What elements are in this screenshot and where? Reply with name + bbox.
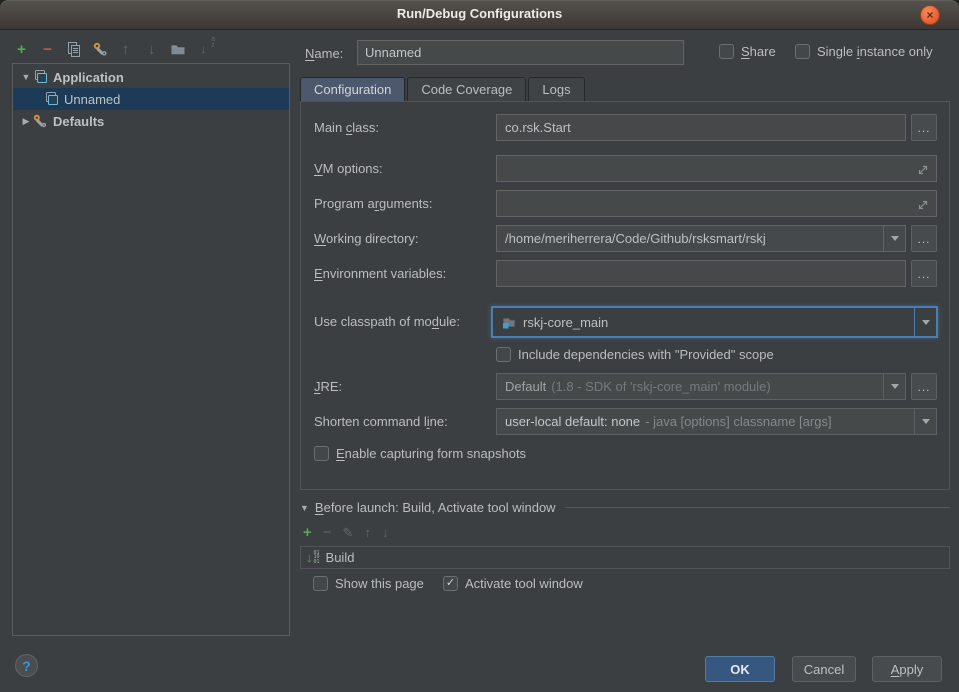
apply-button[interactable]: Apply (872, 656, 942, 682)
move-down-icon[interactable]: ↓ (142, 39, 161, 59)
main-class-label: Main class: (314, 120, 379, 135)
tree-item-defaults[interactable]: ▶ Defaults (13, 110, 289, 132)
build-icon: ↓ 011001 (306, 551, 320, 565)
application-icon (32, 69, 48, 85)
activate-tool-window-row: ✓ Activate tool window (443, 576, 583, 591)
copy-configuration-icon[interactable] (64, 39, 83, 59)
dropdown-arrow-icon[interactable] (914, 409, 936, 434)
before-launch-task-build[interactable]: ↓ 011001 Build (300, 546, 950, 569)
capture-snapshots-row: Enable capturing form snapshots (314, 446, 526, 461)
program-arguments-label: Program arguments: (314, 196, 433, 211)
environment-variables-field[interactable] (496, 260, 906, 287)
tree-expanded-icon[interactable]: ▼ (20, 72, 32, 82)
include-provided-row: Include dependencies with "Provided" sco… (496, 347, 774, 362)
help-icon: ? (22, 658, 31, 674)
share-checkbox-row: Share (719, 44, 776, 59)
include-provided-checkbox[interactable] (496, 347, 511, 362)
sort-alphabetically-icon[interactable]: ↓az (194, 39, 213, 59)
tree-item-label: Application (53, 70, 124, 85)
use-classpath-combobox[interactable]: rskj-core_main (492, 307, 937, 337)
close-button[interactable]: × (920, 5, 940, 25)
tab-logs[interactable]: Logs (528, 77, 584, 102)
working-directory-combobox[interactable]: /home/meriherrera/Code/Github/rsksmart/r… (496, 225, 906, 252)
main-class-field[interactable]: co.rsk.Start (496, 114, 906, 141)
name-label: Name: (305, 46, 343, 61)
edit-task-icon[interactable]: ✎ (343, 525, 354, 541)
include-provided-label: Include dependencies with "Provided" sco… (518, 347, 774, 362)
window-title: Run/Debug Configurations (0, 6, 959, 21)
close-icon: × (926, 9, 933, 21)
before-launch-header[interactable]: ▼ Before launch: Build, Activate tool wi… (300, 500, 950, 515)
environment-variables-label: Environment variables: (314, 266, 446, 281)
shorten-command-line-combobox[interactable]: user-local default: none- java [options]… (496, 408, 937, 435)
tab-code-coverage[interactable]: Code Coverage (407, 77, 526, 102)
main-class-browse-button[interactable]: ... (911, 114, 937, 141)
module-icon (501, 314, 517, 330)
application-icon (43, 91, 59, 107)
edit-defaults-icon[interactable] (90, 39, 109, 59)
tree-item-label: Defaults (53, 114, 104, 129)
dropdown-arrow-icon[interactable] (883, 374, 905, 399)
jre-combobox[interactable]: Default(1.8 - SDK of 'rskj-core_main' mo… (496, 373, 906, 400)
expand-field-icon[interactable] (917, 199, 929, 211)
tree-item-unnamed[interactable]: Unnamed (13, 88, 289, 110)
move-up-icon[interactable]: ↑ (116, 39, 135, 59)
working-directory-label: Working directory: (314, 231, 419, 246)
activate-tool-window-label: Activate tool window (465, 576, 583, 591)
capture-snapshots-checkbox[interactable] (314, 446, 329, 461)
activate-tool-window-checkbox[interactable]: ✓ (443, 576, 458, 591)
name-input[interactable] (357, 40, 684, 65)
remove-task-icon[interactable]: − (323, 524, 332, 541)
before-launch-toolbar: + − ✎ ↑ ↓ (303, 524, 388, 541)
configuration-panel: Main class: co.rsk.Start ... VM options:… (300, 101, 950, 490)
single-instance-label: Single instance only (817, 44, 933, 59)
defaults-wrench-icon (32, 113, 48, 129)
remove-configuration-icon[interactable]: − (38, 39, 57, 59)
before-launch-label: Before launch: Build, Activate tool wind… (315, 500, 556, 515)
titlebar[interactable]: Run/Debug Configurations × (0, 0, 959, 30)
configurations-tree: ▼ Application Unnamed ▶ (12, 63, 290, 636)
config-list-toolbar: + − ↑ ↓ (12, 38, 213, 60)
ok-button[interactable]: OK (705, 656, 775, 682)
show-this-page-checkbox[interactable] (313, 576, 328, 591)
use-classpath-label: Use classpath of module: (314, 314, 460, 329)
cancel-button[interactable]: Cancel (792, 656, 856, 682)
dropdown-arrow-icon[interactable] (914, 308, 936, 336)
expand-field-icon[interactable] (917, 164, 929, 176)
dropdown-arrow-icon[interactable] (883, 226, 905, 251)
move-task-down-icon[interactable]: ↓ (382, 525, 389, 540)
share-checkbox[interactable] (719, 44, 734, 59)
vm-options-field[interactable] (496, 155, 937, 182)
share-label: Share (741, 44, 776, 59)
tree-collapsed-icon[interactable]: ▶ (20, 116, 32, 127)
section-collapse-icon[interactable]: ▼ (300, 503, 309, 513)
tree-item-application[interactable]: ▼ Application (13, 66, 289, 88)
shorten-command-line-label: Shorten command line: (314, 414, 448, 429)
jre-label: JRE: (314, 379, 342, 394)
section-divider (565, 507, 950, 508)
single-instance-checkbox[interactable] (795, 44, 810, 59)
jre-browse-button[interactable]: ... (911, 373, 937, 400)
program-arguments-field[interactable] (496, 190, 937, 217)
show-this-page-label: Show this page (335, 576, 424, 591)
tree-item-label: Unnamed (64, 92, 120, 107)
help-button[interactable]: ? (15, 654, 38, 677)
working-directory-browse-button[interactable]: ... (911, 225, 937, 252)
add-task-icon[interactable]: + (303, 524, 312, 541)
move-task-up-icon[interactable]: ↑ (364, 525, 371, 540)
add-configuration-icon[interactable]: + (12, 39, 31, 59)
tab-configuration[interactable]: Configuration (300, 77, 405, 102)
check-icon: ✓ (446, 578, 455, 589)
task-label: Build (326, 550, 355, 565)
config-tabs: Configuration Code Coverage Logs (300, 77, 585, 102)
capture-snapshots-label: Enable capturing form snapshots (336, 446, 526, 461)
show-this-page-row: Show this page (313, 576, 424, 591)
environment-variables-browse-button[interactable]: ... (911, 260, 937, 287)
run-debug-configurations-dialog: Run/Debug Configurations × + − (0, 0, 959, 692)
single-instance-checkbox-row: Single instance only (795, 44, 933, 59)
vm-options-label: VM options: (314, 161, 383, 176)
new-folder-icon[interactable] (168, 39, 187, 59)
